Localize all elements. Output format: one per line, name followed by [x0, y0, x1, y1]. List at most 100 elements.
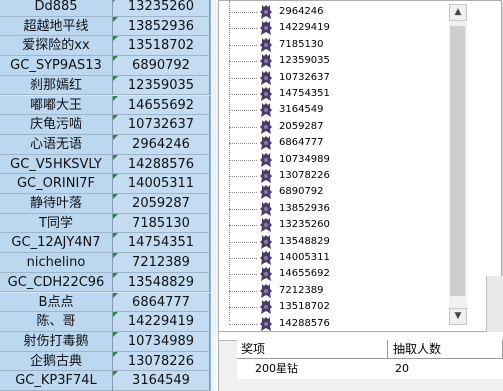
name-cell[interactable]: 超越地平线: [0, 16, 113, 37]
vertical-scrollbar[interactable]: ▲ ▼: [449, 4, 467, 325]
tree-branch-line: [229, 110, 257, 112]
list-item-label: 13852936: [279, 202, 330, 214]
name-cell[interactable]: 庆龟污啮: [0, 115, 113, 135]
table-row[interactable]: GC_12AJY4N7 14754351: [0, 233, 215, 254]
name-cell[interactable]: nichelino: [0, 253, 113, 273]
table-row[interactable]: GC_V5HKSVLY 14288576: [0, 154, 215, 175]
tree-branch-line: [229, 94, 257, 95]
id-cell[interactable]: 6864777: [113, 292, 210, 313]
id-cell[interactable]: 10734989: [113, 331, 210, 352]
scroll-up-button[interactable]: ▲: [449, 4, 467, 21]
id-cell[interactable]: 14754351: [113, 233, 210, 254]
name-cell[interactable]: GC_CDH22C96: [0, 272, 113, 293]
spreadsheet: Dd885 13235260 超越地平线 13852936 爱探险的xx 13518702…: [0, 0, 215, 391]
name-cell[interactable]: T同学: [0, 213, 113, 234]
id-cell[interactable]: 13548829: [113, 272, 210, 293]
name-cell[interactable]: 嘟嘟大王: [0, 95, 113, 116]
table-row[interactable]: B点点 6864777: [0, 292, 215, 313]
name-cell[interactable]: 企鹅古典: [0, 351, 113, 372]
id-cell[interactable]: 14288576: [113, 154, 210, 175]
id-cell[interactable]: 13235260: [113, 0, 210, 17]
name-cell[interactable]: 陈、哥: [0, 312, 113, 332]
name-cell[interactable]: GC_ORINI7F: [0, 174, 113, 194]
id-cell[interactable]: 13852936: [113, 16, 210, 37]
table-row[interactable]: GC_ORINI7F 14005311: [0, 174, 215, 194]
tree-branch-line: [229, 323, 257, 325]
tree-branch-line: [229, 290, 257, 292]
table-row[interactable]: GC_CDH22C96 13548829: [0, 272, 215, 293]
name-cell[interactable]: GC_V5HKSVLY: [0, 154, 113, 175]
list-item-label: 7185130: [279, 38, 324, 50]
tree-branch-line: [229, 176, 257, 177]
winner-tree: 2964246 14229419 7185130 12359035 10732637 14…: [219, 1, 449, 331]
table-row[interactable]: 陈、哥 14229419: [0, 312, 215, 332]
list-item-label: 14655692: [279, 268, 330, 280]
id-cell[interactable]: 2059287: [113, 194, 210, 214]
user-icon: [259, 119, 273, 135]
name-cell[interactable]: 刹那嫣红: [0, 75, 113, 96]
id-cell[interactable]: 12359035: [113, 75, 210, 96]
list-item-label: 14288576: [279, 317, 330, 329]
tree-branch-line: [229, 159, 257, 161]
list-item-label: 13078226: [279, 170, 330, 181]
user-icon: [259, 86, 273, 102]
list-item-label: 14754351: [279, 88, 330, 99]
id-cell[interactable]: 13518702: [113, 36, 210, 57]
table-row[interactable]: 企鹅古典 13078226: [0, 351, 215, 372]
list-item-label: 13548829: [279, 235, 330, 247]
name-cell[interactable]: B点点: [0, 292, 113, 313]
column-header-prize[interactable]: 奖项: [237, 340, 388, 359]
table-row[interactable]: T同学 7185130: [0, 213, 215, 234]
table-row[interactable]: 嘟嘟大王 14655692: [0, 95, 215, 116]
id-cell[interactable]: 2964246: [113, 134, 210, 155]
table-row[interactable]: GC_SYP9AS13 6890792: [0, 56, 215, 76]
name-cell[interactable]: 静待叶落: [0, 194, 113, 214]
table-row[interactable]: 爱探险的xx 13518702: [0, 36, 215, 57]
table-row[interactable]: 超越地平线 13852936: [0, 16, 215, 37]
id-cell[interactable]: 6890792: [113, 56, 210, 76]
id-cell[interactable]: 7185130: [113, 213, 210, 234]
list-item-label: 14229419: [279, 22, 330, 34]
table-row[interactable]: Dd885 13235260: [0, 0, 215, 17]
name-cell[interactable]: GC_12AJY4N7: [0, 233, 113, 254]
name-cell[interactable]: 射伤打毒鹅: [0, 331, 113, 352]
scroll-down-button[interactable]: ▼: [449, 308, 467, 325]
table-row[interactable]: 射伤打毒鹅 10734989: [0, 331, 215, 352]
column-header-count[interactable]: 抽取人数: [388, 340, 503, 359]
table-row[interactable]: GC_KP3F74L 3164549: [0, 371, 215, 391]
id-cell[interactable]: 13078226: [113, 351, 210, 372]
count-cell: 20: [395, 362, 409, 375]
scroll-thumb[interactable]: [450, 26, 465, 296]
id-cell[interactable]: 14655692: [113, 95, 210, 116]
tree-branch-line: [229, 61, 257, 63]
table-row[interactable]: 刹那嫣红 12359035: [0, 75, 215, 96]
tree-branch-line: [229, 307, 257, 309]
id-cell[interactable]: 7212389: [113, 253, 210, 273]
winner-list-popup: 2964246 14229419 7185130 12359035 10732637 14…: [218, 0, 502, 332]
tree-connector-line: [229, 1, 230, 321]
name-cell[interactable]: GC_KP3F74L: [0, 371, 113, 391]
user-icon: [259, 266, 273, 282]
tree-branch-line: [229, 28, 257, 30]
name-cell[interactable]: 心语无语: [0, 134, 113, 155]
user-icon: [259, 70, 273, 86]
user-icon: [259, 184, 273, 200]
name-cell[interactable]: GC_SYP9AS13: [0, 56, 113, 76]
user-icon: [259, 283, 273, 299]
table-row[interactable]: 静待叶落 2059287: [0, 194, 215, 214]
id-cell[interactable]: 14005311: [113, 174, 210, 194]
tree-branch-line: [229, 225, 257, 227]
table-row[interactable]: 心语无语 2964246: [0, 134, 215, 155]
table-row[interactable]: 庆龟污啮 10732637: [0, 115, 215, 135]
list-item-label: 14005311: [279, 252, 330, 263]
list-item-label: 2059287: [279, 120, 324, 132]
table-row[interactable]: nichelino 7212389: [0, 253, 215, 273]
name-cell[interactable]: Dd885: [0, 0, 113, 17]
user-icon: [259, 20, 273, 36]
id-cell[interactable]: 14229419: [113, 312, 210, 332]
name-cell[interactable]: 爱探险的xx: [0, 36, 113, 57]
list-item-label: 7212389: [279, 284, 324, 296]
id-cell[interactable]: 3164549: [113, 371, 210, 391]
id-cell[interactable]: 10732637: [113, 115, 210, 135]
tree-branch-line: [229, 126, 257, 128]
